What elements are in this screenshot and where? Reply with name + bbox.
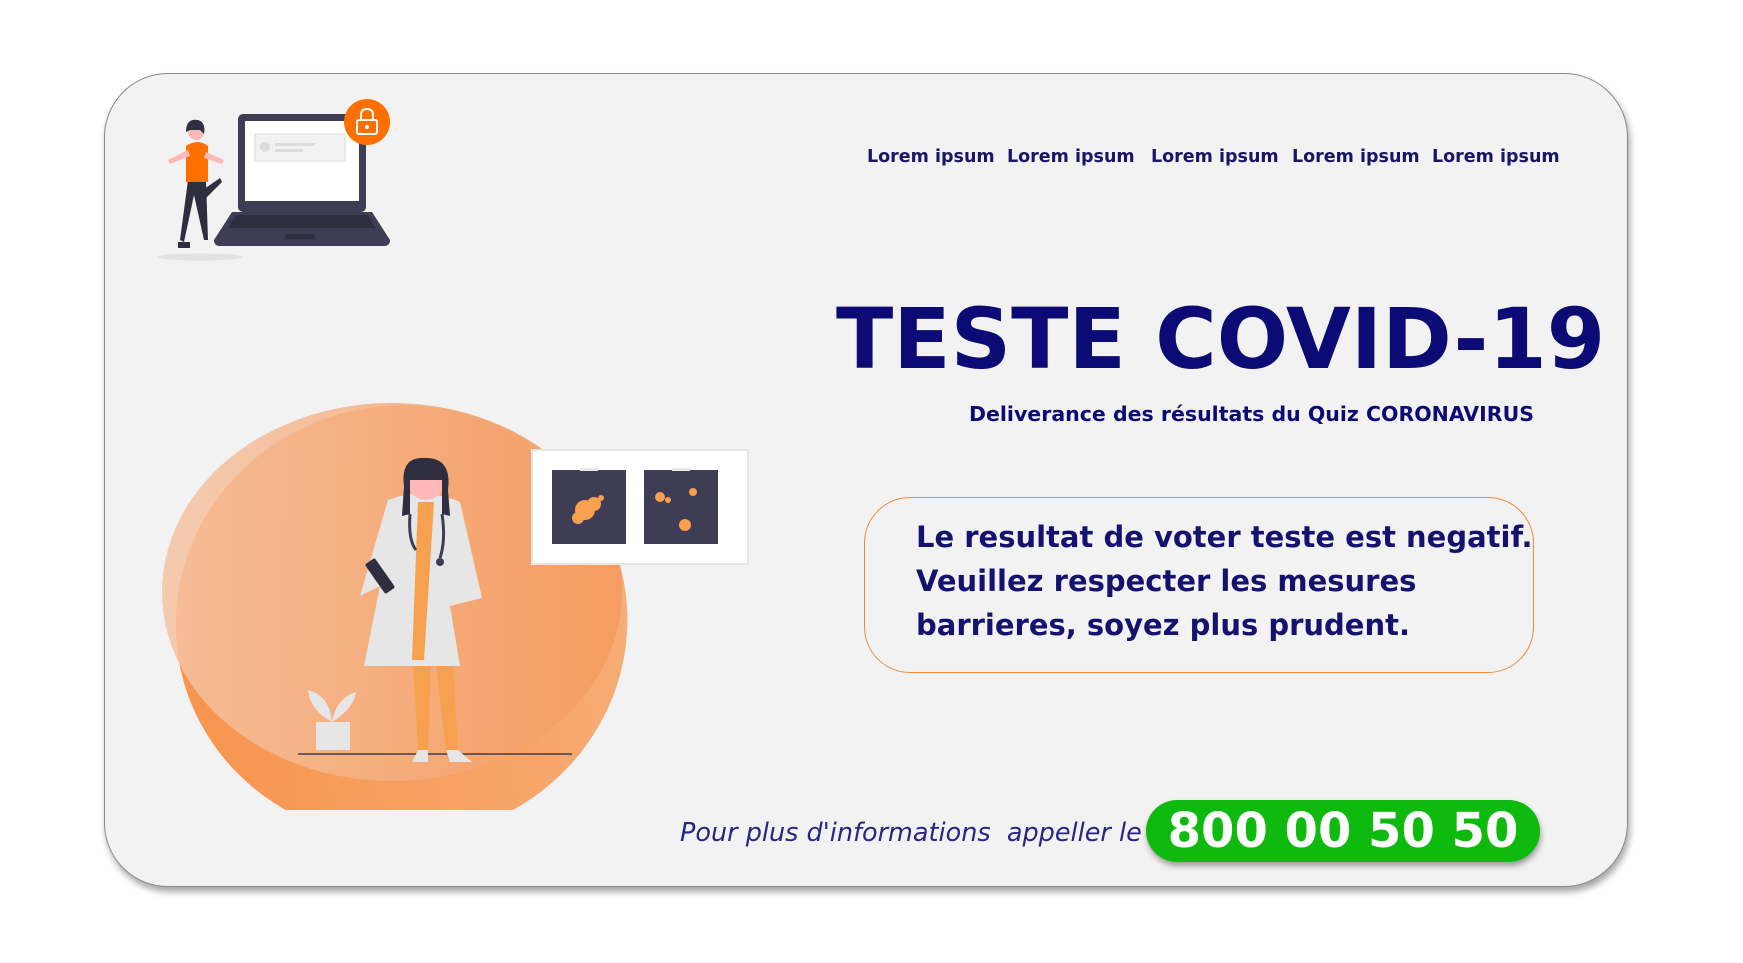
page-title: TESTE COVID-19 [836, 290, 1606, 388]
nav-link-5[interactable]: Lorem ipsum [1432, 147, 1560, 169]
page-subtitle: Deliverance des résultats du Quiz CORONA… [968, 402, 1534, 426]
phone-number-button[interactable]: 800 00 50 50 [1146, 800, 1540, 862]
nav-link-2[interactable]: Lorem ipsum [1007, 147, 1135, 169]
nav-link-4[interactable]: Lorem ipsum [1292, 147, 1420, 169]
nav-link-1[interactable]: Lorem ipsum [867, 147, 995, 169]
result-message-line-1: Le resultat de voter teste est negatif. [916, 520, 1533, 554]
contact-info-text: Pour plus d'informations appeller le [680, 818, 1142, 848]
nav-link-3[interactable]: Lorem ipsum [1151, 147, 1279, 169]
result-message-line-3: barrieres, soyez plus prudent. [916, 608, 1410, 642]
lock-icon [344, 99, 390, 145]
doctor-illustration [162, 403, 749, 810]
result-message-line-2: Veuillez respecter les mesures [916, 564, 1417, 598]
